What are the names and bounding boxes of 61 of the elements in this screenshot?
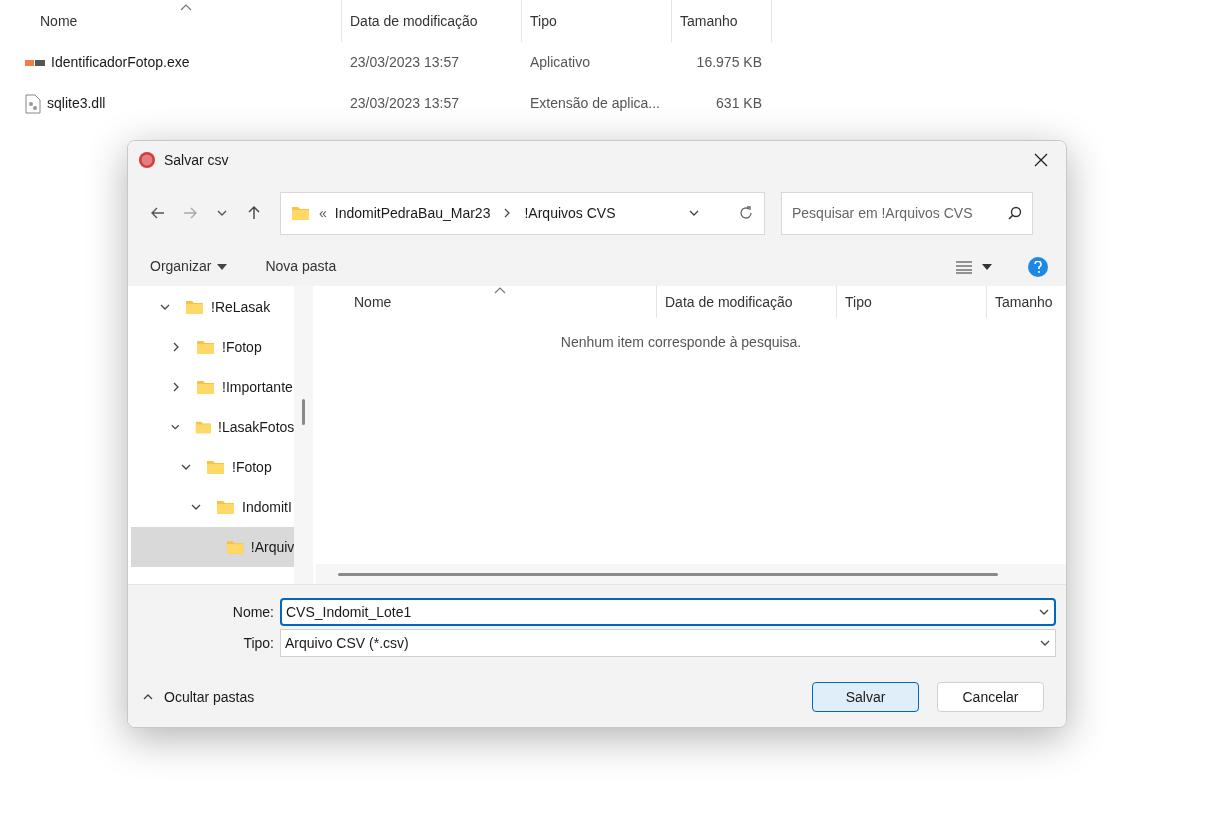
column-header[interactable]: Nome (0, 0, 342, 42)
file-size: 16.975 KB (695, 53, 763, 72)
dropdown-icon (217, 263, 228, 270)
file-name[interactable]: sqlite3.dll (47, 93, 106, 114)
column-header[interactable]: Data de modificação (656, 286, 836, 318)
folder-icon (196, 338, 216, 356)
dropdown-icon (982, 263, 992, 270)
tree-item[interactable]: !Arquiv (131, 527, 295, 567)
tree-item[interactable]: !Fotop (131, 327, 295, 367)
organize-button[interactable]: Organizar (140, 252, 238, 281)
tree-item[interactable]: !LasakFotos (131, 407, 295, 447)
tree-item[interactable]: !Fotop (131, 447, 295, 487)
column-header[interactable]: Nome (316, 286, 656, 318)
column-header[interactable]: Tamanho (986, 286, 1066, 318)
empty-message: Nenhum item corresponde à pesquisa. (559, 333, 803, 352)
file-type: Extensão de aplica... (529, 94, 661, 113)
view-options-button[interactable] (956, 259, 992, 274)
file-name[interactable]: IdentificadorFotop.exe (51, 52, 190, 73)
app-logo-icon (25, 57, 45, 68)
save-button[interactable]: Salvar (812, 682, 919, 712)
column-header[interactable]: Data de modificação (342, 0, 522, 42)
address-bar[interactable]: « IndomitPedraBau_Mar23 !Arquivos CVS (280, 191, 765, 235)
up-icon (246, 205, 262, 221)
folder-icon (185, 298, 205, 316)
refresh-icon (738, 205, 754, 221)
file-type-dropdown[interactable]: Arquivo CSV (*.csv) (280, 629, 1056, 657)
field-label: Nome: (231, 602, 275, 622)
folder-icon (216, 498, 236, 516)
breadcrumb[interactable]: !Arquivos CVS (524, 202, 616, 224)
field-label: Tipo: (242, 633, 275, 653)
breadcrumb[interactable]: IndomitPedraBau_Mar23 (334, 202, 491, 224)
window-title: Salvar csv (164, 150, 229, 170)
file-type: Aplicativo (529, 53, 591, 72)
tree-item[interactable]: !Importante (131, 367, 295, 407)
overflow-chevron[interactable]: « (319, 202, 327, 224)
file-date: 23/03/2023 13:57 (349, 53, 460, 72)
tree-item[interactable]: IndomitI (131, 487, 295, 527)
search-icon (1008, 206, 1022, 220)
back-icon (150, 205, 166, 221)
question-mark-icon (1034, 260, 1042, 273)
column-header[interactable]: Tipo (836, 286, 986, 318)
file-size: 631 KB (715, 94, 763, 113)
close-icon (1034, 153, 1048, 167)
cancel-button[interactable]: Cancelar (937, 682, 1044, 712)
new-folder-button[interactable]: Nova pasta (255, 252, 347, 281)
list-view-icon (956, 259, 972, 274)
folder-icon (196, 378, 216, 396)
forward-icon (182, 205, 198, 221)
search-placeholder: Pesquisar em !Arquivos CVS (792, 203, 973, 223)
file-name-field[interactable]: CVS_Indomit_Lote1 (280, 598, 1056, 626)
hide-folders-button[interactable]: Ocultar pastas (142, 686, 255, 708)
app-logo-icon (138, 151, 156, 169)
folder-icon (225, 538, 245, 556)
search-field[interactable]: Pesquisar em !Arquivos CVS (781, 191, 1033, 235)
tree-item[interactable]: !ReLasak (131, 287, 295, 327)
file-date: 23/03/2023 13:57 (349, 94, 460, 113)
help-button[interactable] (1028, 256, 1048, 277)
column-header[interactable]: Tipo (522, 0, 672, 42)
column-header[interactable]: Tamanho (672, 0, 772, 42)
folder-icon (206, 458, 226, 476)
folder-icon (291, 204, 311, 222)
